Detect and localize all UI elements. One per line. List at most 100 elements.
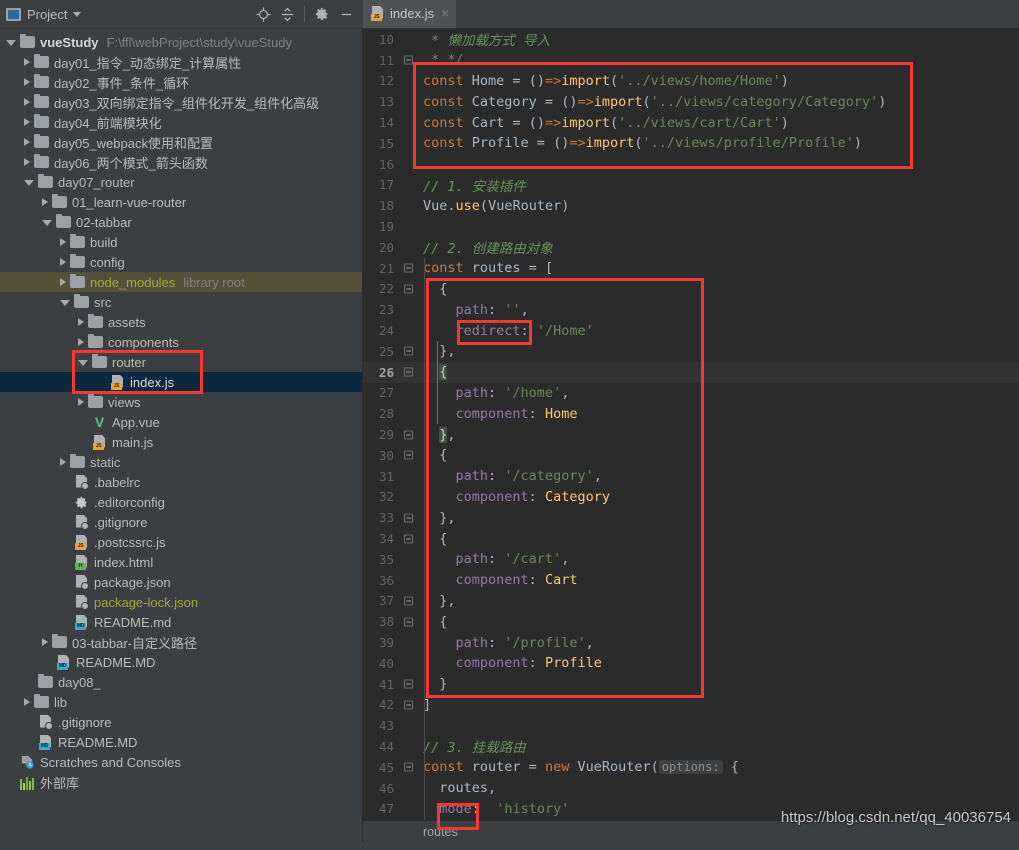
tree-row[interactable]: 02-tabbar [0, 212, 362, 232]
chevron-down-icon[interactable] [78, 360, 88, 366]
code-line[interactable]: 43 [363, 715, 1019, 736]
fold-column[interactable] [401, 715, 417, 736]
chevron-right-icon[interactable] [24, 78, 30, 86]
project-tree[interactable]: vueStudy F:\ffl\webProject\study\vueStudy… [0, 29, 363, 842]
fold-collapse-icon[interactable] [404, 367, 413, 377]
project-panel-title-group[interactable]: Project [6, 7, 252, 22]
tree-row[interactable]: node_modules library root [0, 272, 362, 292]
code-line[interactable]: 13 const Category = ()=>import('../views/… [363, 91, 1019, 112]
fold-collapse-icon[interactable] [404, 55, 413, 65]
code-line[interactable]: 41 } [363, 674, 1019, 695]
collapse-all-icon[interactable] [276, 3, 298, 25]
fold-column[interactable] [401, 736, 417, 757]
chevron-right-icon[interactable] [60, 458, 66, 466]
code-line[interactable]: 39 path: '/profile', [363, 632, 1019, 653]
code-editor[interactable]: 10 * 懒加载方式 导入 11 * */12 const Home = ()=>i… [363, 29, 1019, 820]
tree-row[interactable]: package.json [0, 572, 362, 592]
tree-row[interactable]: day06_两个模式_箭头函数 [0, 152, 362, 172]
chevron-right-icon[interactable] [24, 118, 30, 126]
tree-row[interactable]: MD README.MD [0, 732, 362, 752]
tree-row[interactable]: MD README.MD [0, 652, 362, 672]
fold-column[interactable] [401, 653, 417, 674]
fold-column[interactable] [401, 507, 417, 528]
fold-column[interactable] [401, 798, 417, 819]
fold-column[interactable] [401, 133, 417, 154]
code-line[interactable]: 33 }, [363, 507, 1019, 528]
code-line[interactable]: 22 { [363, 279, 1019, 300]
tree-row[interactable]: router [0, 352, 362, 372]
code-line[interactable]: 28 component: Home [363, 403, 1019, 424]
code-line[interactable]: 17 // 1. 安装插件 [363, 175, 1019, 196]
fold-column[interactable] [401, 445, 417, 466]
fold-column[interactable] [401, 674, 417, 695]
code-line[interactable]: 45 const router = new VueRouter(options: … [363, 757, 1019, 778]
fold-collapse-icon[interactable] [404, 679, 413, 689]
code-line[interactable]: 26 { [363, 361, 1019, 383]
code-line[interactable]: 27 path: '/home', [363, 383, 1019, 404]
chevron-right-icon[interactable] [78, 398, 84, 406]
fold-collapse-icon[interactable] [404, 617, 413, 627]
fold-column[interactable] [401, 91, 417, 112]
tree-row[interactable]: src [0, 292, 362, 312]
fold-column[interactable] [401, 29, 417, 50]
tree-row[interactable]: package-lock.json [0, 592, 362, 612]
settings-gear-icon[interactable] [311, 3, 333, 25]
fold-collapse-icon[interactable] [404, 596, 413, 606]
chevron-down-icon[interactable] [42, 220, 52, 226]
fold-column[interactable] [401, 237, 417, 258]
tree-row[interactable]: day03_双向绑定指令_组件化开发_组件化高级 [0, 92, 362, 112]
fold-column[interactable] [401, 175, 417, 196]
code-line[interactable]: 10 * 懒加载方式 导入 [363, 29, 1019, 50]
chevron-right-icon[interactable] [24, 158, 30, 166]
code-line[interactable]: 29 }, [363, 424, 1019, 445]
fold-collapse-icon[interactable] [404, 346, 413, 356]
code-line[interactable]: 44 // 3. 挂载路由 [363, 736, 1019, 757]
tree-row[interactable]: views [0, 392, 362, 412]
fold-column[interactable] [401, 112, 417, 133]
fold-column[interactable] [401, 632, 417, 653]
fold-column[interactable] [401, 528, 417, 549]
tree-row[interactable]: Hindex.html [0, 552, 362, 572]
fold-column[interactable] [401, 320, 417, 341]
fold-column[interactable] [401, 403, 417, 424]
tree-row[interactable]: 03-tabbar-自定义路径 [0, 632, 362, 652]
fold-collapse-icon[interactable] [404, 284, 413, 294]
fold-column[interactable] [401, 487, 417, 508]
fold-column[interactable] [401, 299, 417, 320]
fold-column[interactable] [401, 695, 417, 716]
fold-column[interactable] [401, 195, 417, 216]
fold-column[interactable] [401, 258, 417, 279]
chevron-right-icon[interactable] [24, 58, 30, 66]
chevron-right-icon[interactable] [42, 198, 48, 206]
tree-row[interactable]: MD README.md [0, 612, 362, 632]
code-line[interactable]: 23 path: '', [363, 299, 1019, 320]
fold-column[interactable] [401, 341, 417, 362]
chevron-right-icon[interactable] [24, 138, 30, 146]
tree-row[interactable]: Scratches and Consoles [0, 752, 362, 772]
fold-column[interactable] [401, 216, 417, 237]
code-line[interactable]: 14 const Cart = ()=>import('../views/cart… [363, 112, 1019, 133]
tree-row[interactable]: lib [0, 692, 362, 712]
tree-row[interactable]: config [0, 252, 362, 272]
code-line[interactable]: 38 { [363, 611, 1019, 632]
fold-column[interactable] [401, 611, 417, 632]
tree-row[interactable]: build [0, 232, 362, 252]
fold-collapse-icon[interactable] [404, 430, 413, 440]
chevron-down-icon[interactable] [73, 11, 82, 17]
fold-column[interactable] [401, 549, 417, 570]
fold-collapse-icon[interactable] [404, 534, 413, 544]
tree-row[interactable]: .gitignore [0, 712, 362, 732]
fold-column[interactable] [401, 757, 417, 778]
code-line[interactable]: 46 routes, [363, 778, 1019, 799]
code-line[interactable]: 31 path: '/category', [363, 466, 1019, 487]
code-line[interactable]: 42] [363, 695, 1019, 716]
fold-column[interactable] [401, 424, 417, 445]
tree-row[interactable]: JS index.js [0, 372, 362, 392]
tree-row[interactable]: JS main.js [0, 432, 362, 452]
fold-column[interactable] [401, 778, 417, 799]
tree-row[interactable]: day07_router [0, 172, 362, 192]
code-line[interactable]: 36 component: Cart [363, 570, 1019, 591]
code-line[interactable]: 20 // 2. 创建路由对象 [363, 237, 1019, 258]
chevron-right-icon[interactable] [60, 278, 66, 286]
chevron-down-icon[interactable] [60, 300, 70, 306]
